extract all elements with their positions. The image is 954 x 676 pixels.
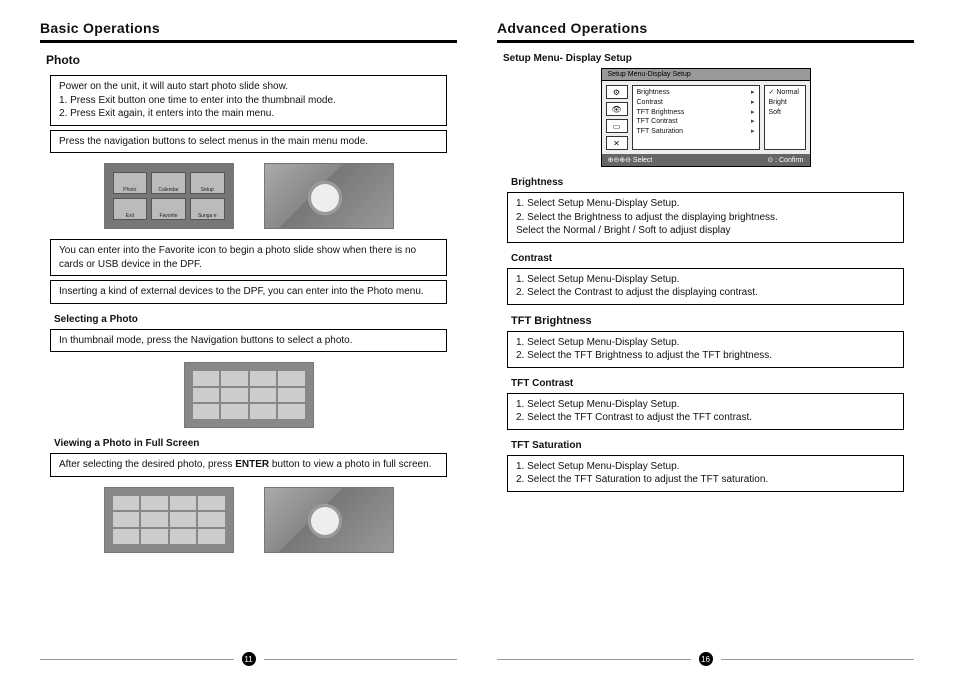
box-brightness: 1. Select Setup Menu-Display Setup. 2. S… [507, 192, 904, 243]
box-tft-brightness: 1. Select Setup Menu-Display Setup. 2. S… [507, 331, 904, 368]
image-row-2 [40, 362, 457, 428]
text-line: 2. Select the TFT Saturation to adjust t… [516, 473, 895, 487]
menu-item: TFT Brightness [637, 108, 755, 118]
menu-item: TFT Contrast [637, 117, 755, 127]
page-number: 11 [242, 652, 256, 666]
sub-tft-contrast: TFT Contrast [511, 378, 914, 389]
gear-icon: ⚙ [606, 85, 628, 99]
footer-confirm: ⊙ : Confirm [767, 156, 803, 164]
setup-menu-body: ⚙ 👁 ▭ ✕ Brightness Contrast TFT Brightne… [602, 81, 810, 154]
box-nav-buttons: Press the navigation buttons to select m… [50, 130, 447, 154]
menu-icon: Calendar [151, 172, 186, 194]
page-footer-left: 11 [40, 652, 457, 666]
section-setup-menu: Setup Menu- Display Setup [503, 53, 914, 64]
page-title-right: Advanced Operations [497, 20, 914, 36]
footer-line [497, 659, 691, 660]
setup-menu-icons: ⚙ 👁 ▭ ✕ [606, 85, 628, 150]
text-line: 2. Select the TFT Brightness to adjust t… [516, 349, 895, 363]
text-span: After selecting the desired photo, press [59, 459, 232, 470]
left-page: Basic Operations Photo Power on the unit… [20, 20, 477, 676]
footer-line [264, 659, 458, 660]
text-span: button to view a photo in full screen. [272, 459, 432, 470]
setup-menu-title: Setup Menu-Display Setup [602, 69, 810, 81]
text-line: 2. Select the TFT Contrast to adjust the… [516, 411, 895, 425]
menu-icon: Exit [113, 198, 148, 220]
box-favorite: You can enter into the Favorite icon to … [50, 239, 447, 276]
page-title-left: Basic Operations [40, 20, 457, 36]
menu-option: Soft [769, 108, 801, 118]
menu-item: Brightness [637, 88, 755, 98]
text-line: 1. Press Exit button one time to enter i… [59, 94, 438, 108]
sub-tft-saturation: TFT Saturation [511, 440, 914, 451]
sub-brightness: Brightness [511, 177, 914, 188]
text-line: 1. Select Setup Menu-Display Setup. [516, 197, 895, 211]
menu-item: Contrast [637, 98, 755, 108]
enter-label: ENTER [235, 459, 269, 470]
page-footer-right: 16 [497, 652, 914, 666]
sub-full-screen: Viewing a Photo in Full Screen [54, 438, 457, 449]
setup-menu-options: Normal Bright Soft [764, 85, 806, 150]
section-photo: Photo [46, 53, 457, 67]
image-flower [264, 163, 394, 229]
text-line: 1. Select Setup Menu-Display Setup. [516, 460, 895, 474]
text-line: 2. Select the Brightness to adjust the d… [516, 211, 895, 225]
sub-tft-brightness: TFT Brightness [511, 315, 914, 327]
image-thumbnail-grid [184, 362, 314, 428]
text-line: Power on the unit, it will auto start ph… [59, 80, 438, 94]
menu-icon: Setup [190, 172, 225, 194]
text-line: 1. Select Setup Menu-Display Setup. [516, 398, 895, 412]
sub-selecting-photo: Selecting a Photo [54, 314, 457, 325]
text-line: Select the Normal / Bright / Soft to adj… [516, 224, 895, 238]
box-tft-contrast: 1. Select Setup Menu-Display Setup. 2. S… [507, 393, 904, 430]
menu-option: Normal [769, 88, 801, 98]
menu-icon: Photo [113, 172, 148, 194]
menu-icon: Favorite [151, 198, 186, 220]
box-select-photo: In thumbnail mode, press the Navigation … [50, 329, 447, 353]
text-line: 1. Select Setup Menu-Display Setup. [516, 273, 895, 287]
image-main-menu: Photo Calendar Setup Exit Favorite Sunga… [104, 163, 234, 229]
sub-contrast: Contrast [511, 253, 914, 264]
exit-icon: ✕ [606, 136, 628, 150]
box-contrast: 1. Select Setup Menu-Display Setup. 2. S… [507, 268, 904, 305]
footer-line [40, 659, 234, 660]
eye-icon: 👁 [606, 102, 628, 116]
image-flower [264, 487, 394, 553]
image-thumbnail-grid [104, 487, 234, 553]
text-line: 2. Press Exit again, it enters into the … [59, 107, 438, 121]
setup-menu-diagram: Setup Menu-Display Setup ⚙ 👁 ▭ ✕ Brightn… [601, 68, 811, 167]
menu-item: TFT Saturation [637, 127, 755, 137]
footer-line [721, 659, 915, 660]
right-page: Advanced Operations Setup Menu- Display … [477, 20, 934, 676]
box-external-devices: Inserting a kind of external devices to … [50, 280, 447, 304]
image-row-1: Photo Calendar Setup Exit Favorite Sunga… [40, 163, 457, 229]
image-row-3 [40, 487, 457, 553]
menu-icon: Sunga e [190, 198, 225, 220]
box-full-screen: After selecting the desired photo, press… [50, 453, 447, 477]
title-rule [497, 40, 914, 43]
monitor-icon: ▭ [606, 119, 628, 133]
box-power-on: Power on the unit, it will auto start ph… [50, 75, 447, 126]
text-line: 2. Select the Contrast to adjust the dis… [516, 286, 895, 300]
title-rule [40, 40, 457, 43]
setup-menu-items: Brightness Contrast TFT Brightness TFT C… [632, 85, 760, 150]
setup-menu-footer: ⊕⊖⊕⊖ Select ⊙ : Confirm [602, 154, 810, 166]
footer-select: ⊕⊖⊕⊖ Select [608, 156, 653, 164]
box-tft-saturation: 1. Select Setup Menu-Display Setup. 2. S… [507, 455, 904, 492]
menu-option: Bright [769, 98, 801, 108]
page-number: 16 [699, 652, 713, 666]
text-line: 1. Select Setup Menu-Display Setup. [516, 336, 895, 350]
